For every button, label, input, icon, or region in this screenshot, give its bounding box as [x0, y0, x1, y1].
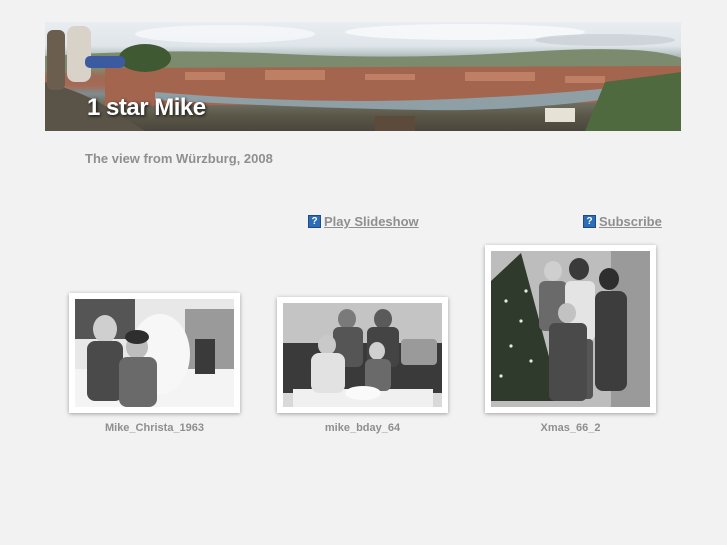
photo-image — [75, 299, 234, 407]
photo-thumbnail[interactable] — [277, 297, 448, 413]
photo-title[interactable]: Xmas_66_2 — [485, 422, 656, 434]
photo-thumbnail[interactable] — [69, 293, 240, 413]
photo-image — [491, 251, 650, 407]
photo-thumbnail[interactable] — [485, 245, 656, 413]
photo-title[interactable]: Mike_Christa_1963 — [69, 422, 240, 434]
play-slideshow-link[interactable]: ? Play Slideshow — [308, 214, 419, 229]
subscribe-label[interactable]: Subscribe — [599, 214, 662, 229]
photo-title[interactable]: mike_bday_64 — [277, 422, 448, 434]
gallery-caption: The view from Würzburg, 2008 — [85, 151, 273, 166]
subscribe-link[interactable]: ? Subscribe — [583, 214, 662, 229]
help-icon: ? — [308, 215, 321, 228]
photo-image — [283, 303, 442, 407]
help-icon: ? — [583, 215, 596, 228]
play-slideshow-label[interactable]: Play Slideshow — [324, 214, 419, 229]
site-title[interactable]: 1 star Mike — [87, 96, 206, 120]
